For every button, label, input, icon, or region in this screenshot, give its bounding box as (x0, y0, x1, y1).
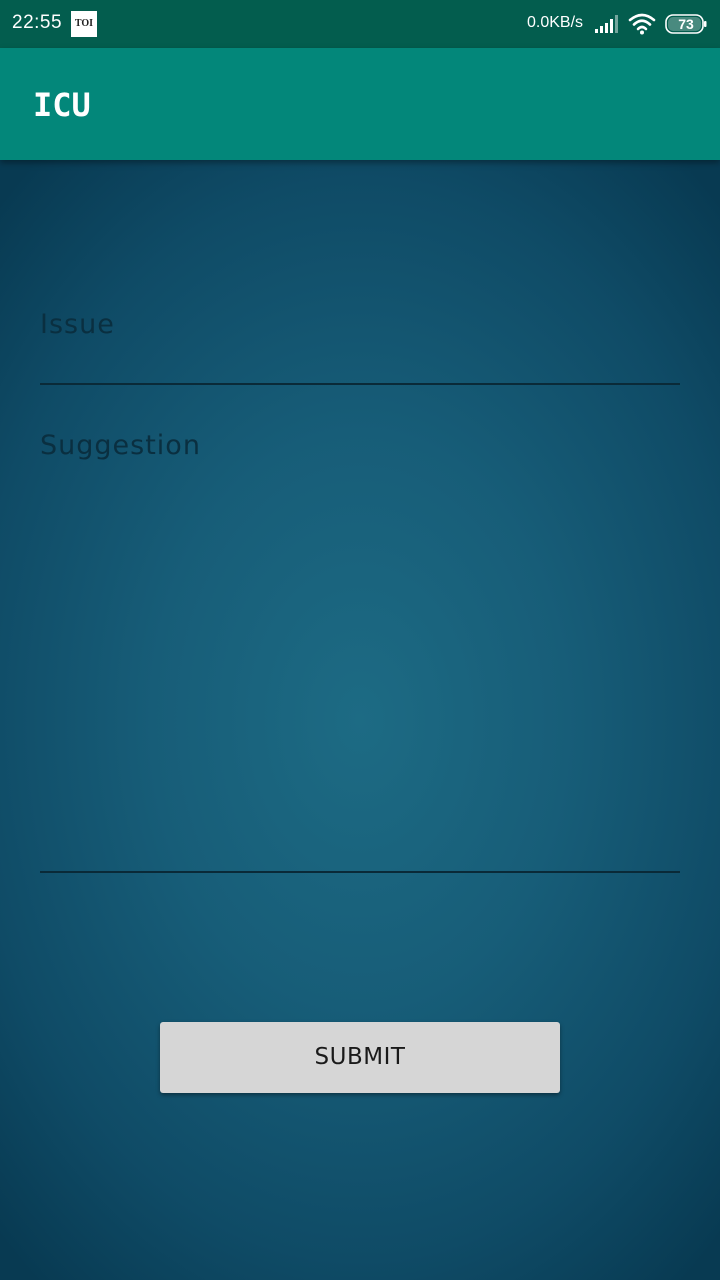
status-bar: 22:55 TOI 0.0KB/s 73 (0, 0, 720, 48)
app-bar: ICU (0, 48, 720, 160)
issue-underline (40, 383, 680, 385)
suggestion-placeholder: Suggestion (40, 430, 201, 461)
wifi-icon (628, 13, 656, 35)
submit-button[interactable]: SUBMIT (160, 1022, 560, 1093)
battery-level: 73 (678, 16, 694, 32)
suggestion-underline (40, 871, 680, 873)
issue-input[interactable] (40, 300, 680, 382)
suggestion-input[interactable] (40, 420, 680, 870)
signal-icon (595, 15, 618, 33)
screen: 22:55 TOI 0.0KB/s 73 ICU Issue Suggestio… (0, 0, 720, 1280)
app-title: ICU (33, 86, 91, 124)
issue-placeholder: Issue (40, 309, 115, 340)
toi-notification-icon: TOI (71, 11, 97, 37)
network-speed: 0.0KB/s (527, 14, 584, 31)
status-time: 22:55 (12, 12, 63, 33)
